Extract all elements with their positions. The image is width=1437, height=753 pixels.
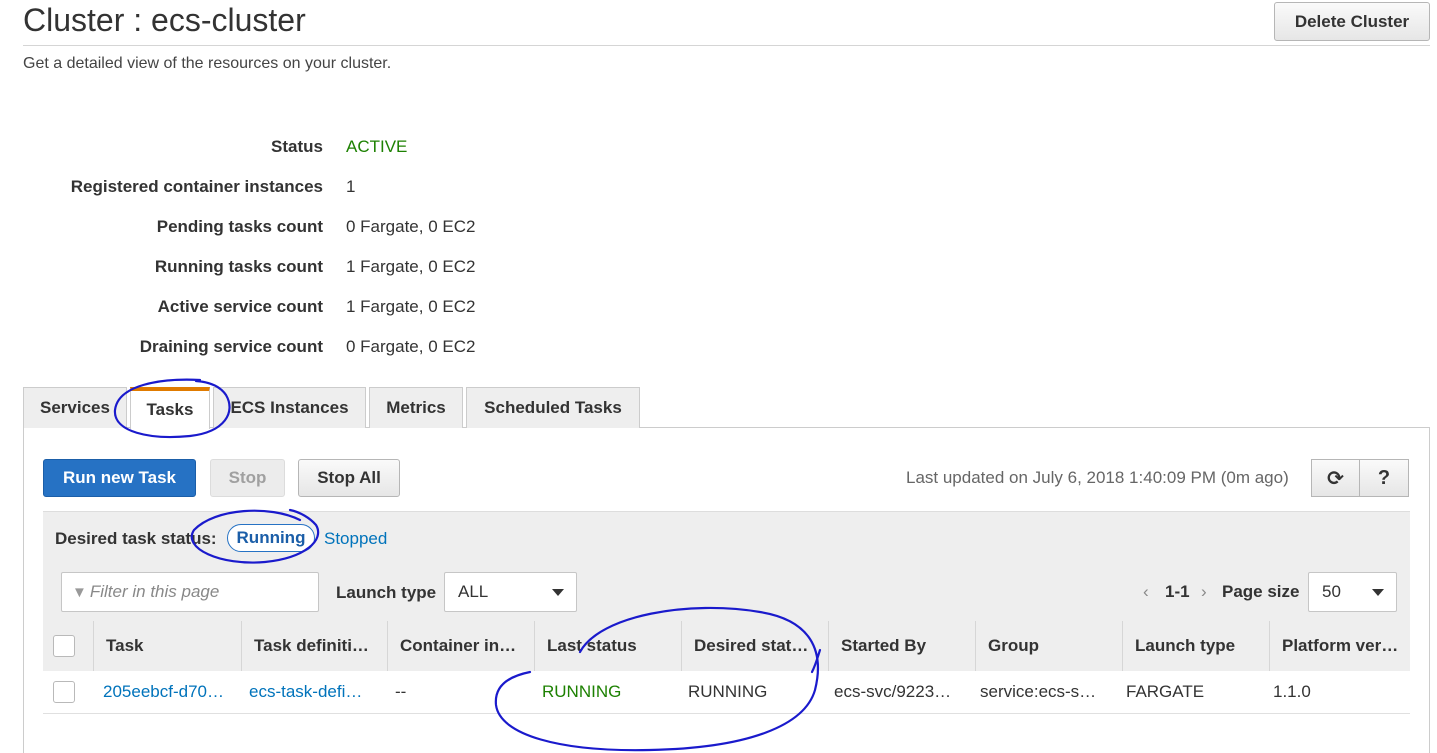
tab-services[interactable]: Services <box>23 387 127 428</box>
refresh-button[interactable]: ⟳ <box>1311 459 1360 497</box>
chevron-down-icon <box>1372 589 1384 596</box>
page-subtitle: Get a detailed view of the resources on … <box>23 55 392 72</box>
select-all-checkbox[interactable] <box>53 635 75 657</box>
started-by-cell: ecs-svc/9223… <box>834 682 952 701</box>
title-divider <box>23 45 1430 46</box>
detail-value-status: ACTIVE <box>346 137 408 156</box>
column-header-last-status[interactable]: Last status <box>534 621 681 671</box>
detail-value-active-services: 1 Fargate, 0 EC2 <box>346 297 476 316</box>
column-header-launch-type[interactable]: Launch type <box>1122 621 1269 671</box>
pager-range: 1-1 <box>1165 582 1190 601</box>
filter-input[interactable]: ▼ Filter in this page <box>61 572 319 612</box>
detail-label-draining-services: Draining service count <box>139 337 323 356</box>
row-divider <box>43 713 1410 714</box>
column-header-started-by[interactable]: Started By <box>828 621 975 671</box>
detail-label-pending-tasks: Pending tasks count <box>156 217 323 236</box>
column-header-container-instance[interactable]: Container in… <box>387 621 534 671</box>
task-definition-link[interactable]: ecs-task-defi… <box>237 671 384 713</box>
filter-funnel-icon: ▼ <box>72 583 87 601</box>
desired-status-stopped-link[interactable]: Stopped <box>324 529 387 549</box>
run-new-task-button[interactable]: Run new Task <box>43 459 196 497</box>
delete-cluster-button[interactable]: Delete Cluster <box>1274 2 1430 41</box>
page-size-value: 50 <box>1322 582 1341 601</box>
task-id-link[interactable]: 205eebcf-d70… <box>91 671 238 713</box>
column-header-group[interactable]: Group <box>975 621 1122 671</box>
desired-status-cell: RUNNING <box>688 682 768 701</box>
page-size-select[interactable]: 50 <box>1308 572 1397 612</box>
refresh-icon: ⟳ <box>1327 467 1344 490</box>
pager-next-button[interactable]: › <box>1201 582 1207 602</box>
desired-status-label: Desired task status: <box>55 529 217 548</box>
launch-type-cell: FARGATE <box>1126 682 1205 701</box>
pager-prev-button[interactable]: ‹ <box>1143 582 1149 602</box>
desired-status-running-pill[interactable]: Running <box>227 524 315 552</box>
stop-button[interactable]: Stop <box>210 459 285 497</box>
container-instance-cell: -- <box>395 682 407 701</box>
page-title: Cluster : ecs-cluster <box>23 2 306 38</box>
detail-value-pending-tasks: 0 Fargate, 0 EC2 <box>346 217 476 236</box>
last-updated-text: Last updated on July 6, 2018 1:40:09 PM … <box>906 468 1289 487</box>
stop-all-button[interactable]: Stop All <box>298 459 400 497</box>
group-cell: service:ecs-s… <box>980 682 1097 701</box>
tab-scheduled-tasks[interactable]: Scheduled Tasks <box>466 387 640 428</box>
detail-value-draining-services: 0 Fargate, 0 EC2 <box>346 337 476 356</box>
tab-metrics[interactable]: Metrics <box>369 387 463 428</box>
detail-label-status: Status <box>271 137 323 156</box>
column-header-task-definition[interactable]: Task definiti… <box>241 621 387 671</box>
platform-version-cell: 1.1.0 <box>1273 682 1311 701</box>
last-status-cell: RUNNING <box>542 682 622 701</box>
filter-placeholder: Filter in this page <box>89 582 220 601</box>
launch-type-select[interactable]: ALL <box>444 572 577 612</box>
detail-label-registered-instances: Registered container instances <box>70 177 323 196</box>
launch-type-label: Launch type <box>336 583 437 602</box>
column-header-platform-version[interactable]: Platform ver… <box>1269 621 1410 671</box>
detail-value-running-tasks: 1 Fargate, 0 EC2 <box>346 257 476 276</box>
help-button[interactable]: ? <box>1360 459 1409 497</box>
launch-type-value: ALL <box>458 582 489 601</box>
row-checkbox[interactable] <box>53 681 75 703</box>
tab-ecs-instances[interactable]: ECS Instances <box>213 387 366 428</box>
tab-tasks[interactable]: Tasks <box>130 387 210 429</box>
detail-value-registered-instances: 1 <box>346 177 356 196</box>
chevron-down-icon <box>552 589 564 596</box>
help-icon: ? <box>1377 466 1391 489</box>
detail-label-running-tasks: Running tasks count <box>154 257 323 276</box>
detail-label-active-services: Active service count <box>157 297 323 316</box>
column-header-desired-status[interactable]: Desired stat… <box>681 621 828 671</box>
page-size-label: Page size <box>1222 582 1300 601</box>
column-header-task[interactable]: Task <box>93 621 240 671</box>
